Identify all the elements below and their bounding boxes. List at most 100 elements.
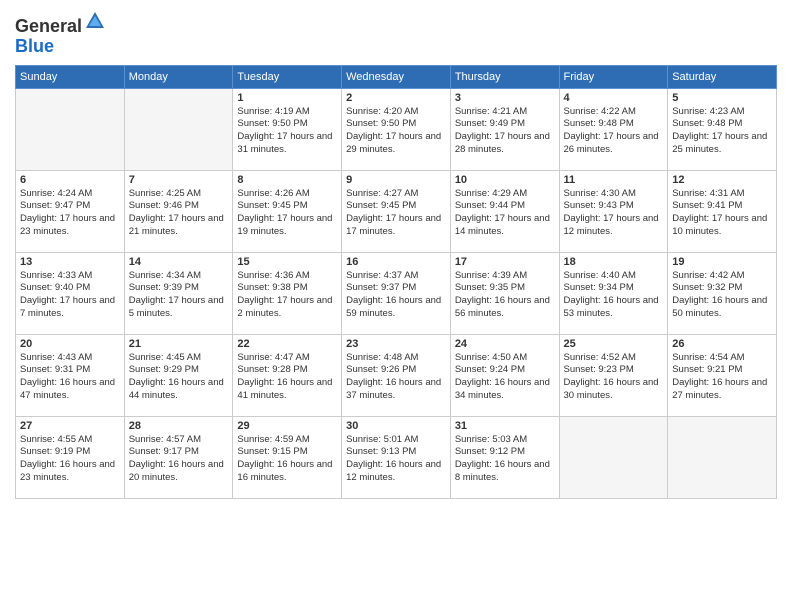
day-info: Sunrise: 4:43 AM Sunset: 9:31 PM Dayligh… [20,352,120,403]
logo-icon [84,10,106,32]
day-info: Sunrise: 4:40 AM Sunset: 9:34 PM Dayligh… [564,270,664,321]
day-number: 15 [237,256,337,268]
calendar-cell: 25Sunrise: 4:52 AM Sunset: 9:23 PM Dayli… [559,334,668,416]
logo-general: General [15,16,82,36]
calendar-cell: 6 Sunrise: 4:24 AM Sunset: 9:47 PM Daylig… [16,170,125,252]
day-header-thursday: Thursday [450,65,559,88]
day-number: 29 [237,420,337,432]
day-info: Sunrise: 5:03 AM Sunset: 9:12 PM Dayligh… [455,434,555,485]
day-number: 2 [346,92,446,104]
calendar-cell: 20 Sunrise: 4:43 AM Sunset: 9:31 PM Dayli… [16,334,125,416]
day-number: 26 [672,338,772,350]
calendar-cell: 1 Sunrise: 4:19 AM Sunset: 9:50 PM Daylig… [233,88,342,170]
day-number: 7 [129,174,229,186]
calendar-cell: 10 Sunrise: 4:29 AM Sunset: 9:44 PM Dayli… [450,170,559,252]
logo-blue-text: Blue [15,37,106,57]
day-info: Sunrise: 4:47 AM Sunset: 9:28 PM Dayligh… [237,352,337,403]
calendar-cell: 16Sunrise: 4:37 AM Sunset: 9:37 PM Dayli… [342,252,451,334]
calendar-cell: 28 Sunrise: 4:57 AM Sunset: 9:17 PM Dayli… [124,416,233,498]
calendar-cell [559,416,668,498]
week-row-0: 1 Sunrise: 4:19 AM Sunset: 9:50 PM Daylig… [16,88,777,170]
day-number: 31 [455,420,555,432]
day-number: 27 [20,420,120,432]
calendar-cell: 30 Sunrise: 5:01 AM Sunset: 9:13 PM Dayli… [342,416,451,498]
logo-blue: Blue [15,36,54,56]
day-header-tuesday: Tuesday [233,65,342,88]
day-number: 21 [129,338,229,350]
day-info: Sunrise: 4:59 AM Sunset: 9:15 PM Dayligh… [237,434,337,485]
day-info: Sunrise: 4:48 AM Sunset: 9:26 PM Dayligh… [346,352,446,403]
week-row-3: 20 Sunrise: 4:43 AM Sunset: 9:31 PM Dayli… [16,334,777,416]
day-info: Sunrise: 4:21 AM Sunset: 9:49 PM Dayligh… [455,106,555,157]
calendar-cell: 2 Sunrise: 4:20 AM Sunset: 9:50 PM Daylig… [342,88,451,170]
day-info: Sunrise: 4:57 AM Sunset: 9:17 PM Dayligh… [129,434,229,485]
calendar-cell: 21 Sunrise: 4:45 AM Sunset: 9:29 PM Dayli… [124,334,233,416]
calendar-cell [124,88,233,170]
calendar-cell: 3 Sunrise: 4:21 AM Sunset: 9:49 PM Daylig… [450,88,559,170]
day-number: 23 [346,338,446,350]
calendar-cell: 27 Sunrise: 4:55 AM Sunset: 9:19 PM Dayli… [16,416,125,498]
week-row-1: 6 Sunrise: 4:24 AM Sunset: 9:47 PM Daylig… [16,170,777,252]
calendar-cell: 7 Sunrise: 4:25 AM Sunset: 9:46 PM Daylig… [124,170,233,252]
day-info: Sunrise: 4:33 AM Sunset: 9:40 PM Dayligh… [20,270,120,321]
day-header-saturday: Saturday [668,65,777,88]
day-number: 10 [455,174,555,186]
calendar-cell [16,88,125,170]
day-info: Sunrise: 4:27 AM Sunset: 9:45 PM Dayligh… [346,188,446,239]
day-number: 3 [455,92,555,104]
day-info: Sunrise: 4:55 AM Sunset: 9:19 PM Dayligh… [20,434,120,485]
day-number: 11 [564,174,664,186]
calendar-cell: 19Sunrise: 4:42 AM Sunset: 9:32 PM Dayli… [668,252,777,334]
day-header-sunday: Sunday [16,65,125,88]
day-info: Sunrise: 4:29 AM Sunset: 9:44 PM Dayligh… [455,188,555,239]
day-number: 19 [672,256,772,268]
day-number: 24 [455,338,555,350]
page: General Blue SundayMondayTuesdayWednesda… [0,0,792,612]
day-number: 1 [237,92,337,104]
day-info: Sunrise: 4:20 AM Sunset: 9:50 PM Dayligh… [346,106,446,157]
calendar-cell: 18Sunrise: 4:40 AM Sunset: 9:34 PM Dayli… [559,252,668,334]
calendar-cell: 9 Sunrise: 4:27 AM Sunset: 9:45 PM Daylig… [342,170,451,252]
day-info: Sunrise: 5:01 AM Sunset: 9:13 PM Dayligh… [346,434,446,485]
day-header-friday: Friday [559,65,668,88]
day-info: Sunrise: 4:54 AM Sunset: 9:21 PM Dayligh… [672,352,772,403]
calendar-cell: 14 Sunrise: 4:34 AM Sunset: 9:39 PM Dayli… [124,252,233,334]
calendar-cell: 13 Sunrise: 4:33 AM Sunset: 9:40 PM Dayli… [16,252,125,334]
day-number: 17 [455,256,555,268]
calendar-cell: 11 Sunrise: 4:30 AM Sunset: 9:43 PM Dayli… [559,170,668,252]
calendar: SundayMondayTuesdayWednesdayThursdayFrid… [15,65,777,499]
calendar-cell: 15Sunrise: 4:36 AM Sunset: 9:38 PM Dayli… [233,252,342,334]
day-number: 14 [129,256,229,268]
day-info: Sunrise: 4:45 AM Sunset: 9:29 PM Dayligh… [129,352,229,403]
day-number: 9 [346,174,446,186]
calendar-cell: 31 Sunrise: 5:03 AM Sunset: 9:12 PM Dayli… [450,416,559,498]
day-number: 30 [346,420,446,432]
calendar-cell: 5Sunrise: 4:23 AM Sunset: 9:48 PM Daylig… [668,88,777,170]
calendar-cell: 12 Sunrise: 4:31 AM Sunset: 9:41 PM Dayli… [668,170,777,252]
day-info: Sunrise: 4:19 AM Sunset: 9:50 PM Dayligh… [237,106,337,157]
day-info: Sunrise: 4:34 AM Sunset: 9:39 PM Dayligh… [129,270,229,321]
day-header-monday: Monday [124,65,233,88]
day-number: 6 [20,174,120,186]
day-number: 22 [237,338,337,350]
day-number: 28 [129,420,229,432]
day-number: 4 [564,92,664,104]
day-info: Sunrise: 4:30 AM Sunset: 9:43 PM Dayligh… [564,188,664,239]
day-number: 5 [672,92,772,104]
day-number: 12 [672,174,772,186]
day-number: 8 [237,174,337,186]
day-info: Sunrise: 4:25 AM Sunset: 9:46 PM Dayligh… [129,188,229,239]
day-header-wednesday: Wednesday [342,65,451,88]
logo: General Blue [15,10,106,57]
day-info: Sunrise: 4:31 AM Sunset: 9:41 PM Dayligh… [672,188,772,239]
logo-text: General [15,10,106,37]
calendar-cell: 24 Sunrise: 4:50 AM Sunset: 9:24 PM Dayli… [450,334,559,416]
calendar-cell: 8Sunrise: 4:26 AM Sunset: 9:45 PM Daylig… [233,170,342,252]
day-number: 20 [20,338,120,350]
calendar-cell: 26 Sunrise: 4:54 AM Sunset: 9:21 PM Dayli… [668,334,777,416]
day-info: Sunrise: 4:39 AM Sunset: 9:35 PM Dayligh… [455,270,555,321]
day-number: 13 [20,256,120,268]
calendar-cell [668,416,777,498]
day-info: Sunrise: 4:24 AM Sunset: 9:47 PM Dayligh… [20,188,120,239]
day-info: Sunrise: 4:50 AM Sunset: 9:24 PM Dayligh… [455,352,555,403]
